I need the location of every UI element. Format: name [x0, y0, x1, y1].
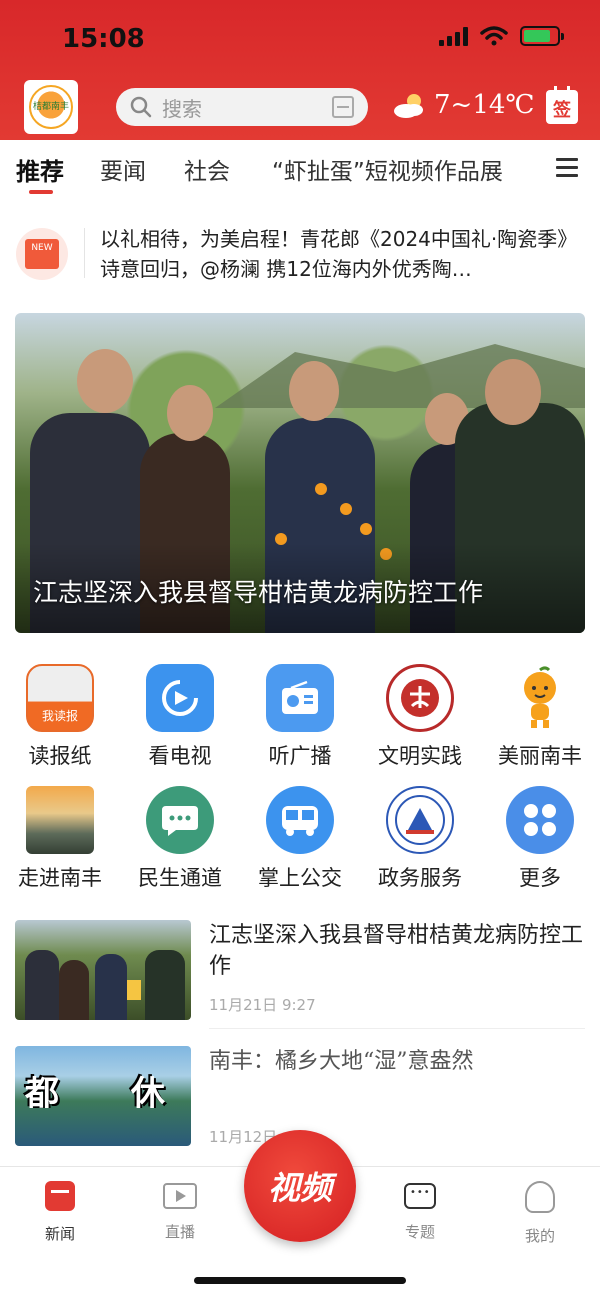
new-badge-icon: NEW [16, 228, 68, 280]
search-bar[interactable]: 搜索 [116, 88, 368, 126]
home-indicator[interactable] [194, 1277, 406, 1284]
radio-icon [266, 664, 334, 732]
checkin-calendar-icon[interactable]: 签 [546, 86, 578, 124]
live-icon [163, 1183, 197, 1209]
nav-label: 专题 [404, 1223, 435, 1241]
grid-label: 读报纸 [28, 744, 92, 768]
scan-icon[interactable] [332, 96, 354, 118]
app-header: 15:08 桔都南丰 搜索 7~14℃ 签 [0, 0, 600, 140]
hero-photo-head [167, 385, 213, 441]
hero-photo-head [485, 359, 541, 425]
hero-photo-head [77, 349, 133, 413]
tab-society[interactable]: 社会 [184, 152, 230, 186]
new-badge-text: NEW [25, 239, 59, 269]
grid-item-civilization-practice[interactable]: 文明实践 [360, 664, 480, 770]
tab-fade [520, 140, 550, 196]
news-thumbnail [15, 920, 191, 1020]
hero-title: 江志坚深入我县督导柑桔黄龙病防控工作 [33, 578, 484, 607]
thumbnail-caption: 都 休 [25, 1074, 191, 1108]
tab-recommend[interactable]: 推荐 [16, 152, 64, 187]
grid-item-watch-tv[interactable]: 看电视 [120, 664, 240, 770]
grid-label: 民生通道 [138, 866, 222, 890]
government-seal-icon [386, 786, 454, 854]
grid-item-government-services[interactable]: 政务服务 [360, 786, 480, 892]
grid-item-mobile-bus[interactable]: 掌上公交 [240, 786, 360, 892]
weather-widget[interactable]: 7~14℃ [392, 90, 535, 120]
news-time: 11月21日 9:27 [209, 996, 316, 1014]
nav-label: 直播 [164, 1223, 195, 1241]
four-petal-more-icon [506, 786, 574, 854]
chat-bubble-icon [146, 786, 214, 854]
nav-item-topics[interactable]: 专题 [380, 1181, 460, 1242]
grid-label: 美丽南丰 [498, 744, 582, 768]
tab-headlines[interactable]: 要闻 [100, 152, 146, 186]
grid-label: 更多 [519, 866, 561, 890]
profile-icon [525, 1181, 555, 1213]
newspaper-icon-text: 我读报 [41, 709, 78, 723]
news-title: 南丰：橘乡大地“湿”意盎然 [209, 1049, 474, 1074]
grid-label: 看电视 [148, 744, 212, 768]
grid-item-livelihood-channel[interactable]: 民生通道 [120, 786, 240, 892]
news-thumbnail: 都 休 [15, 1046, 191, 1146]
nav-item-live[interactable]: 直播 [140, 1181, 220, 1242]
nav-item-news[interactable]: 新闻 [20, 1181, 100, 1244]
active-tab-indicator [29, 190, 53, 194]
hero-banner[interactable]: 江志坚深入我县督导柑桔黄龙病防控工作 [15, 313, 585, 633]
ticker-text: 以礼相待，为美启程！青花郎《2024中国礼·陶瓷季》诗意回归，@杨澜 携12位海… [100, 227, 578, 281]
grid-item-read-newspaper[interactable]: 我读报 读报纸 [0, 664, 120, 770]
hero-photo-orange [360, 523, 372, 535]
tab-video-contest[interactable]: “虾扯蛋”短视频作品展 [272, 152, 530, 186]
grid-label: 走进南丰 [18, 866, 102, 890]
video-button-label: 视频 [267, 1169, 332, 1207]
status-time: 15:08 [62, 24, 145, 54]
grid-item-more[interactable]: 更多 [480, 786, 600, 892]
news-icon [45, 1181, 75, 1211]
tv-play-icon [146, 664, 214, 732]
grid-item-listen-radio[interactable]: 听广播 [240, 664, 360, 770]
topic-icon [404, 1183, 436, 1209]
newspaper-icon: 我读报 [26, 664, 94, 732]
orange-mascot-icon [506, 664, 574, 732]
news-title: 江志坚深入我县督导柑桔黄龙病防控工作 [209, 923, 584, 979]
wifi-icon [480, 26, 508, 46]
temperature-range: 7~14℃ [434, 90, 535, 120]
ticker-divider [84, 228, 85, 278]
nav-label: 我的 [524, 1227, 555, 1245]
grid-label: 掌上公交 [258, 866, 342, 890]
cellular-signal-icon [439, 26, 468, 46]
logo-mark: 桔都南丰 [29, 85, 73, 129]
sunrise-landscape-icon [26, 786, 94, 854]
partly-cloudy-icon [394, 94, 423, 118]
hero-photo-orange [315, 483, 327, 495]
search-icon [130, 96, 152, 118]
grid-label: 听广播 [268, 744, 332, 768]
news-divider [209, 1028, 585, 1029]
grid-label: 政务服务 [378, 866, 462, 890]
status-icons [439, 26, 564, 46]
news-list-item[interactable]: 江志坚深入我县督导柑桔黄龙病防控工作 11月21日 9:27 [15, 920, 585, 1030]
battery-icon [520, 26, 564, 46]
hero-photo-orange [340, 503, 352, 515]
search-placeholder: 搜索 [162, 96, 202, 121]
video-button[interactable]: 视频 [244, 1130, 356, 1242]
app-logo[interactable]: 桔都南丰 [24, 80, 78, 134]
grid-label: 文明实践 [378, 744, 462, 768]
civilization-seal-icon [386, 664, 454, 732]
grid-item-beautiful-nanfeng[interactable]: 美丽南丰 [480, 664, 600, 770]
channel-tabs: 推荐 要闻 社会 “虾扯蛋”短视频作品展 [0, 140, 600, 196]
news-ticker[interactable]: NEW 以礼相待，为美启程！青花郎《2024中国礼·陶瓷季》诗意回归，@杨澜 携… [0, 220, 600, 290]
nav-label: 新闻 [44, 1225, 75, 1243]
hero-photo-head [289, 361, 339, 421]
menu-icon[interactable] [556, 158, 578, 182]
nav-item-me[interactable]: 我的 [500, 1181, 580, 1246]
grid-item-explore-nanfeng[interactable]: 走进南丰 [0, 786, 120, 892]
bus-icon [266, 786, 334, 854]
